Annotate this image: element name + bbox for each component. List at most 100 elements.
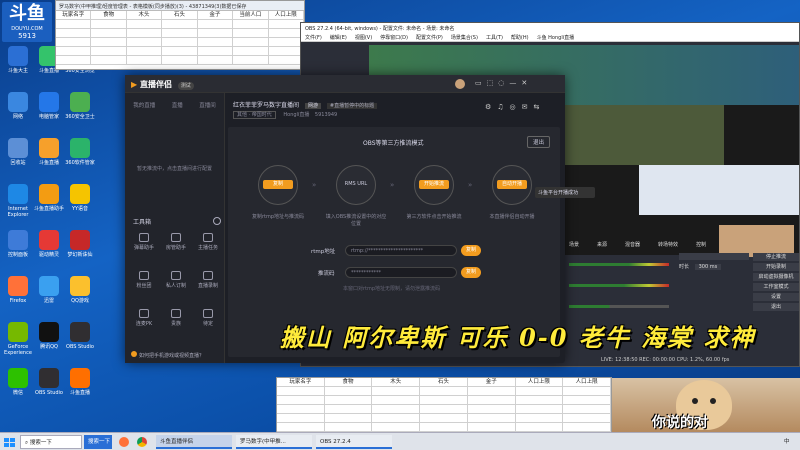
room-announce[interactable]: #直播暂停中的标题 [326, 103, 378, 109]
table-cell[interactable] [91, 29, 127, 38]
table-cell[interactable] [467, 423, 516, 432]
app-tab[interactable]: 我的直播 [133, 101, 155, 109]
step-button[interactable]: 开始推流 [419, 180, 449, 189]
obs-control-button[interactable]: 开始录制 [753, 263, 799, 271]
table-cell[interactable] [268, 56, 304, 65]
tool-item[interactable]: 粉丝团 [131, 271, 157, 289]
table-cell[interactable] [420, 396, 468, 405]
obs-menu-item[interactable]: 文件(F) [305, 35, 322, 41]
obs-menu-item[interactable]: 视图(V) [355, 35, 372, 41]
start-button[interactable] [2, 435, 16, 449]
obs-control-button[interactable]: 退出 [753, 303, 799, 311]
table-cell[interactable] [268, 29, 304, 38]
table-cell[interactable] [197, 38, 234, 47]
window-controls[interactable]: ▭⬚◌—✕ [475, 79, 532, 87]
obs-control-button[interactable]: 启动虚拟摄像机 [753, 273, 799, 281]
tool-item[interactable]: 贵族 [163, 309, 189, 327]
excel-grid-top[interactable]: 玩家名字 食物 木头 石头 金子 当前人口 人口上限 [56, 11, 304, 65]
table-cell[interactable] [162, 29, 198, 38]
table-cell[interactable] [233, 29, 269, 38]
table-cell[interactable] [197, 29, 234, 38]
obs-control-button[interactable]: 工作室模式 [753, 283, 799, 291]
table-cell[interactable] [467, 387, 516, 396]
tool-item[interactable]: 弹幕助手 [131, 233, 157, 251]
table-cell[interactable] [515, 405, 564, 414]
room-title[interactable]: 红衣菲菲罗马数字直播间 [233, 102, 299, 109]
step-button[interactable]: 自动开播 [497, 180, 527, 189]
table-cell[interactable] [91, 20, 127, 29]
column-header[interactable]: 玩家名字 [56, 11, 92, 20]
search-button[interactable]: 搜索一下 [84, 435, 112, 449]
table-cell[interactable] [56, 29, 92, 38]
table-cell[interactable] [277, 414, 325, 423]
obs-menu-item[interactable]: 斗鱼 Hongli直播 [537, 35, 575, 41]
table-cell[interactable] [233, 20, 269, 29]
desktop-icon[interactable]: 梦幻新诛仙 [62, 230, 98, 258]
tools-settings-icon[interactable] [213, 217, 221, 225]
desktop-icon[interactable]: YY语音 [62, 184, 98, 212]
taskbar-app[interactable]: 斗鱼直播伴侣 [156, 435, 232, 449]
table-cell[interactable] [277, 405, 325, 414]
sidebar-notice[interactable]: 如何把手机游戏或视频直播？ [131, 351, 204, 359]
table-cell[interactable] [324, 423, 373, 432]
table-cell[interactable] [467, 414, 516, 423]
desktop-icon[interactable]: 360安全卫士 [62, 92, 98, 120]
step-button[interactable]: 复制 [263, 180, 293, 189]
column-header[interactable]: 人口上限 [515, 378, 564, 387]
tool-item[interactable]: 直播录制 [195, 271, 221, 289]
obs-menu-item[interactable]: 停靠窗口(D) [380, 35, 408, 41]
obs-menu-item[interactable]: 场景集合(S) [451, 35, 478, 41]
excel-window-bottom[interactable]: 玩家名字 食物 木头 石头 金子 人口上限 人口上限 [276, 377, 612, 432]
table-cell[interactable] [126, 56, 163, 65]
desktop-icon[interactable]: 斗鱼直播 [62, 368, 98, 396]
tool-item[interactable]: 主播任务 [195, 233, 221, 251]
desktop-icon[interactable]: QQ游戏 [62, 276, 98, 304]
table-cell[interactable] [268, 38, 304, 47]
excel-grid-bottom[interactable]: 玩家名字 食物 木头 石头 金子 人口上限 人口上限 [277, 378, 611, 432]
column-header[interactable]: 人口上限 [268, 11, 304, 20]
obs-controls[interactable]: 停止推流 开始录制 启动虚拟摄像机 工作室模式 设置 退出 [753, 253, 799, 313]
column-header[interactable]: 当前人口 [233, 11, 269, 20]
table-cell[interactable] [56, 47, 92, 56]
table-cell[interactable] [420, 387, 468, 396]
exit-mode-button[interactable]: 退出 [527, 136, 551, 148]
table-cell[interactable] [467, 396, 516, 405]
table-cell[interactable] [126, 47, 163, 56]
desktop-icon[interactable]: 360软件管家 [62, 138, 98, 166]
table-cell[interactable] [268, 47, 304, 56]
duration-value[interactable]: 300 ms [694, 264, 722, 270]
obs-control-button[interactable]: 停止推流 [753, 253, 799, 261]
table-cell[interactable] [233, 47, 269, 56]
obs-menu-item[interactable]: 工具(T) [486, 35, 503, 41]
obs-transition-panel[interactable]: 时长 300 ms [679, 253, 749, 313]
stream-key-input[interactable]: ************ [345, 267, 457, 278]
table-cell[interactable] [126, 38, 163, 47]
taskbar-app[interactable]: 罗马数字(中甲推... [236, 435, 312, 449]
copy-rtmp-button[interactable]: 复制 [461, 245, 481, 256]
table-cell[interactable] [420, 414, 468, 423]
table-cell[interactable] [324, 396, 373, 405]
table-cell[interactable] [372, 396, 421, 405]
table-cell[interactable] [372, 423, 421, 432]
table-cell[interactable] [324, 405, 373, 414]
table-cell[interactable] [563, 414, 611, 423]
obs-menu-item[interactable]: 编辑(E) [330, 35, 347, 41]
obs-menu-item[interactable]: 配置文件(P) [416, 35, 443, 41]
table-cell[interactable] [563, 423, 611, 432]
table-cell[interactable] [268, 20, 304, 29]
avatar[interactable] [455, 79, 465, 89]
table-cell[interactable] [91, 47, 127, 56]
table-cell[interactable] [467, 405, 516, 414]
table-cell[interactable] [563, 405, 611, 414]
table-cell[interactable] [372, 387, 421, 396]
table-cell[interactable] [91, 38, 127, 47]
header-icons[interactable]: ⚙♫◎✉⇆ [485, 103, 545, 111]
table-cell[interactable] [372, 414, 421, 423]
tool-item[interactable]: 待定 [195, 309, 221, 327]
table-cell[interactable] [563, 387, 611, 396]
column-header[interactable]: 石头 [162, 11, 198, 20]
table-cell[interactable] [563, 396, 611, 405]
taskbar-search[interactable]: ⌕ 搜索一下 [20, 435, 82, 449]
obs-menubar[interactable]: 文件(F) 编辑(E) 视图(V) 停靠窗口(D) 配置文件(P) 场景集合(S) 工具(T… [301, 33, 799, 42]
column-header[interactable]: 食物 [91, 11, 127, 20]
